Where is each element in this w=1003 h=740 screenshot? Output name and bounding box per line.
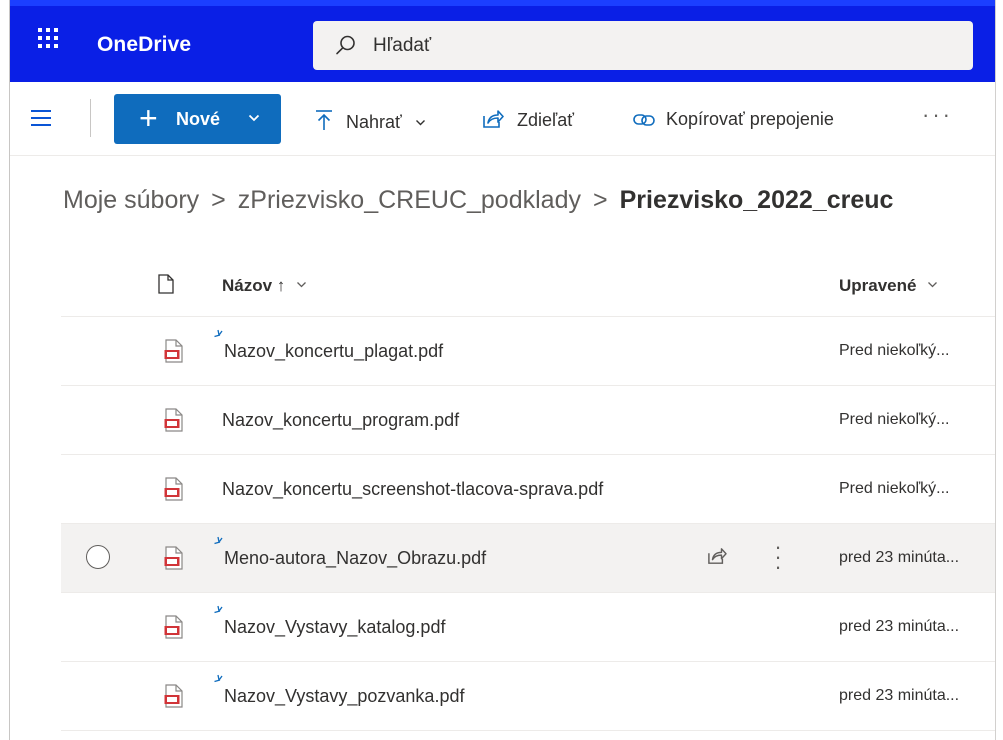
chevron-down-icon	[415, 120, 425, 126]
chevron-down-icon	[297, 282, 306, 288]
file-row[interactable]: Nazov_Vystavy_katalog.pdf pred 23 minúta.…	[61, 593, 995, 662]
file-name-link[interactable]: Nazov_Vystavy_katalog.pdf	[224, 617, 445, 638]
link-icon	[633, 114, 655, 126]
pdf-file-icon	[164, 615, 183, 639]
file-name-link[interactable]: Nazov_koncertu_program.pdf	[222, 410, 459, 431]
copy-link-button[interactable]: Kopírovať prepojenie	[633, 109, 834, 130]
new-file-icon	[214, 329, 223, 338]
upload-icon	[316, 110, 332, 130]
file-name-link[interactable]: Nazov_Vystavy_pozvanka.pdf	[224, 686, 464, 707]
breadcrumb-separator: >	[211, 186, 226, 214]
command-bar: + Nové Nahrať Zdieľať Kopírovať prepojen…	[10, 82, 995, 156]
modified-date: Pred niekoľký...	[839, 411, 950, 428]
upload-button[interactable]: Nahrať	[315, 109, 426, 133]
column-header-name-label: Názov ↑	[222, 276, 286, 295]
share-icon	[483, 110, 504, 128]
file-row[interactable]: Nazov_koncertu_screenshot-tlacova-sprava…	[61, 455, 995, 524]
pdf-file-icon	[164, 546, 183, 570]
chevron-down-icon	[248, 114, 260, 122]
suite-header: OneDrive Hľadať	[10, 0, 995, 82]
share-button[interactable]: Zdieľať	[482, 109, 574, 131]
share-icon[interactable]	[707, 547, 727, 565]
breadcrumb-current-folder: Priezvisko_2022_creuc	[619, 186, 894, 214]
app-title[interactable]: OneDrive	[97, 33, 191, 57]
column-header-modified[interactable]: Upravené	[839, 276, 938, 296]
new-file-icon	[214, 536, 223, 545]
breadcrumb-item-parent-folder[interactable]: zPriezvisko_CREUC_podklady	[238, 186, 581, 214]
breadcrumb: Moje súbory > zPriezvisko_CREUC_podklady > P…	[63, 186, 893, 215]
new-file-icon	[214, 674, 223, 683]
more-actions-icon[interactable]: · · ·	[773, 536, 783, 578]
file-list: Názov ↑ Upravené Nazov_koncertu_plagat.p…	[61, 250, 995, 731]
new-file-icon	[214, 605, 223, 614]
upload-label: Nahrať	[346, 112, 402, 132]
file-name-link[interactable]: Nazov_koncertu_screenshot-tlacova-sprava…	[222, 479, 603, 500]
more-commands-icon[interactable]: ···	[922, 102, 953, 128]
pdf-file-icon	[164, 339, 183, 363]
breadcrumb-item-my-files[interactable]: Moje súbory	[63, 186, 199, 214]
pdf-file-icon	[164, 477, 183, 501]
plus-icon: +	[139, 100, 158, 136]
modified-date: pred 23 minúta...	[839, 618, 960, 635]
new-button-label: Nové	[176, 109, 221, 129]
copy-link-label: Kopírovať prepojenie	[666, 109, 834, 129]
modified-date: pred 23 minúta...	[839, 549, 960, 566]
file-row[interactable]: Nazov_koncertu_program.pdf Pred niekoľký.…	[61, 386, 995, 455]
search-box[interactable]: Hľadať	[313, 21, 973, 70]
file-type-icon[interactable]	[158, 274, 174, 294]
nav-menu-icon[interactable]	[29, 105, 55, 131]
modified-date: Pred niekoľký...	[839, 342, 950, 359]
new-button[interactable]: + Nové	[114, 94, 281, 144]
share-label: Zdieľať	[517, 110, 575, 130]
window-right-edge	[995, 0, 1003, 740]
modified-date: Pred niekoľký...	[839, 480, 950, 497]
chevron-down-icon	[928, 282, 938, 288]
app-launcher-icon[interactable]	[36, 26, 60, 50]
file-row[interactable]: Nazov_Vystavy_pozvanka.pdf pred 23 minúta…	[61, 662, 995, 731]
command-divider	[90, 99, 91, 137]
suite-header-accent	[10, 0, 995, 6]
pdf-file-icon	[164, 408, 183, 432]
column-header-name[interactable]: Názov ↑	[222, 276, 307, 296]
breadcrumb-separator: >	[592, 186, 608, 214]
file-row[interactable]: Meno-autora_Nazov_Obrazu.pdf · · · pred 23 m…	[61, 524, 995, 593]
pdf-file-icon	[164, 684, 183, 708]
column-header-modified-label: Upravené	[839, 276, 917, 295]
search-icon	[336, 35, 355, 55]
modified-date: pred 23 minúta...	[839, 687, 960, 704]
window-left-edge	[0, 0, 10, 740]
row-select-checkbox[interactable]	[86, 545, 110, 569]
file-list-header: Názov ↑ Upravené	[61, 250, 995, 317]
file-row[interactable]: Nazov_koncertu_plagat.pdf Pred niekoľký..…	[61, 317, 995, 386]
file-name-link[interactable]: Nazov_koncertu_plagat.pdf	[224, 341, 443, 362]
file-name-link[interactable]: Meno-autora_Nazov_Obrazu.pdf	[224, 548, 486, 569]
search-input[interactable]: Hľadať	[373, 35, 431, 57]
